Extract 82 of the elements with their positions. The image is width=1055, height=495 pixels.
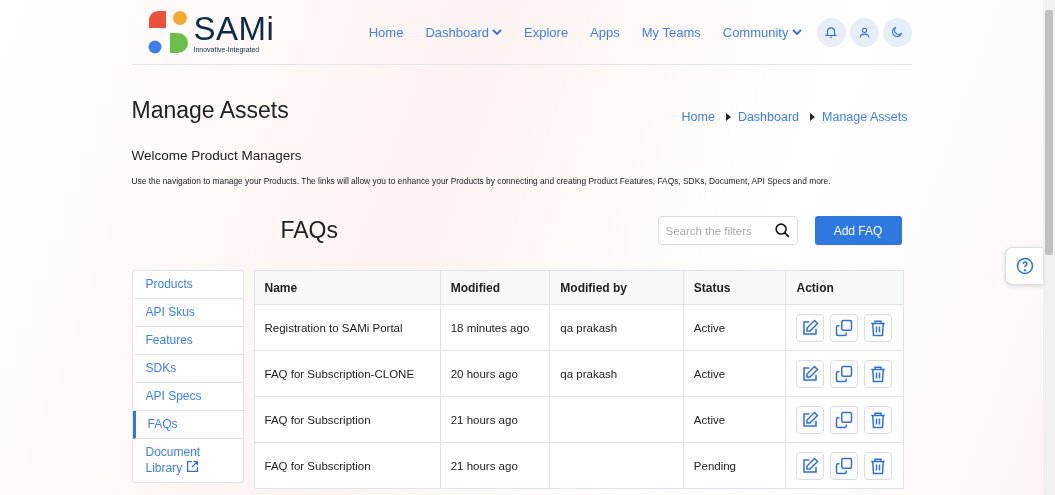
table-cell: FAQ for Subscription [264, 459, 371, 472]
nav-dropdown[interactable]: Community [711, 24, 813, 40]
table-cell: 20 hours ago [450, 367, 518, 380]
trash-icon [869, 318, 888, 337]
edit-button[interactable] [796, 405, 825, 434]
column-header: Name [264, 280, 298, 295]
copy-icon [835, 410, 854, 429]
column-header: Action [796, 280, 834, 295]
edit-button[interactable] [796, 451, 825, 480]
notifications-button[interactable] [816, 17, 846, 47]
duplicate-button[interactable] [830, 359, 859, 388]
edit-icon [801, 410, 820, 429]
scrollbar[interactable] [1043, 0, 1055, 495]
profile-button[interactable] [849, 17, 879, 47]
logo-icon [147, 10, 188, 54]
duplicate-button[interactable] [830, 313, 859, 342]
table-cell: qa prakash [560, 321, 618, 334]
nav-link[interactable]: My Teams [630, 24, 712, 40]
bell-icon [824, 25, 838, 39]
table-cell: Registration to SAMi Portal [264, 321, 403, 334]
search-field[interactable]: Search the filters [657, 216, 798, 245]
breadcrumb-link[interactable]: Dashboard [737, 110, 800, 124]
caret-icon [791, 28, 802, 36]
sidebar-item[interactable]: FAQs [132, 411, 243, 439]
breadcrumb-link[interactable]: Home [681, 110, 715, 124]
delete-button[interactable] [864, 359, 893, 388]
moon-icon [890, 25, 904, 39]
edit-button[interactable] [796, 359, 825, 388]
page-title: Manage Assets [131, 97, 289, 124]
help-button[interactable] [1005, 247, 1043, 285]
table-cell: 21 hours ago [450, 413, 518, 426]
nav-link[interactable]: Apps [579, 24, 631, 40]
theme-toggle-button[interactable] [882, 17, 912, 47]
nav-link[interactable]: Home [357, 24, 415, 40]
table-cell: Active [693, 367, 726, 380]
edit-button[interactable] [796, 313, 825, 342]
caret-icon [492, 28, 503, 36]
logo-text: SAMi [193, 11, 275, 45]
breadcrumb-link[interactable]: Manage Assets [822, 110, 908, 124]
external-link-icon [185, 460, 199, 473]
table-cell: Active [693, 321, 726, 334]
table-cell: 18 minutes ago [450, 321, 530, 334]
column-header: Modified [450, 280, 500, 295]
delete-button[interactable] [864, 313, 893, 342]
nav-dropdown[interactable]: Dashboard [414, 24, 514, 40]
table-cell: FAQ for Subscription-CLONE [264, 367, 415, 380]
edit-icon [801, 364, 820, 383]
caret-icon [725, 113, 731, 121]
table-cell: qa prakash [560, 367, 618, 380]
sidebar-item[interactable]: API Skus [132, 299, 243, 327]
edit-icon [801, 318, 820, 337]
sidebar-item[interactable]: SDKs [132, 355, 243, 383]
section-title: FAQs [280, 217, 339, 244]
copy-icon [835, 318, 854, 337]
table-cell: Active [693, 413, 726, 426]
table-cell: Pending [693, 459, 737, 472]
nav-link[interactable]: Explore [513, 24, 580, 40]
copy-icon [835, 364, 854, 383]
table-cell: 21 hours ago [450, 459, 518, 472]
page-description: Use the navigation to manage your Products. The links will allow you to enhance your Products by connecting and creating Product Features, FAQs, SDKs, Document, API Specs and more. [131, 176, 832, 186]
trash-icon [869, 364, 888, 383]
duplicate-button[interactable] [830, 451, 859, 480]
welcome-heading: Welcome Product Managers [131, 148, 303, 163]
add-faq-button[interactable]: Add FAQ [814, 216, 902, 245]
user-icon [857, 25, 871, 39]
column-header: Status [693, 280, 731, 295]
search-icon [773, 222, 791, 239]
column-header: Modified by [560, 280, 627, 295]
caret-icon [810, 113, 816, 121]
sidebar-item[interactable]: Document Library [132, 439, 243, 482]
duplicate-button[interactable] [830, 405, 859, 434]
trash-icon [869, 456, 888, 475]
delete-button[interactable] [864, 405, 893, 434]
delete-button[interactable] [864, 451, 893, 480]
sidebar-item[interactable]: Products [132, 271, 243, 299]
sidebar-item[interactable]: API Specs [132, 383, 243, 411]
edit-icon [801, 456, 820, 475]
help-icon [1015, 257, 1034, 275]
table-cell: FAQ for Subscription [264, 413, 371, 426]
sidebar-item[interactable]: Features [132, 327, 243, 355]
copy-icon [835, 456, 854, 475]
trash-icon [869, 410, 888, 429]
